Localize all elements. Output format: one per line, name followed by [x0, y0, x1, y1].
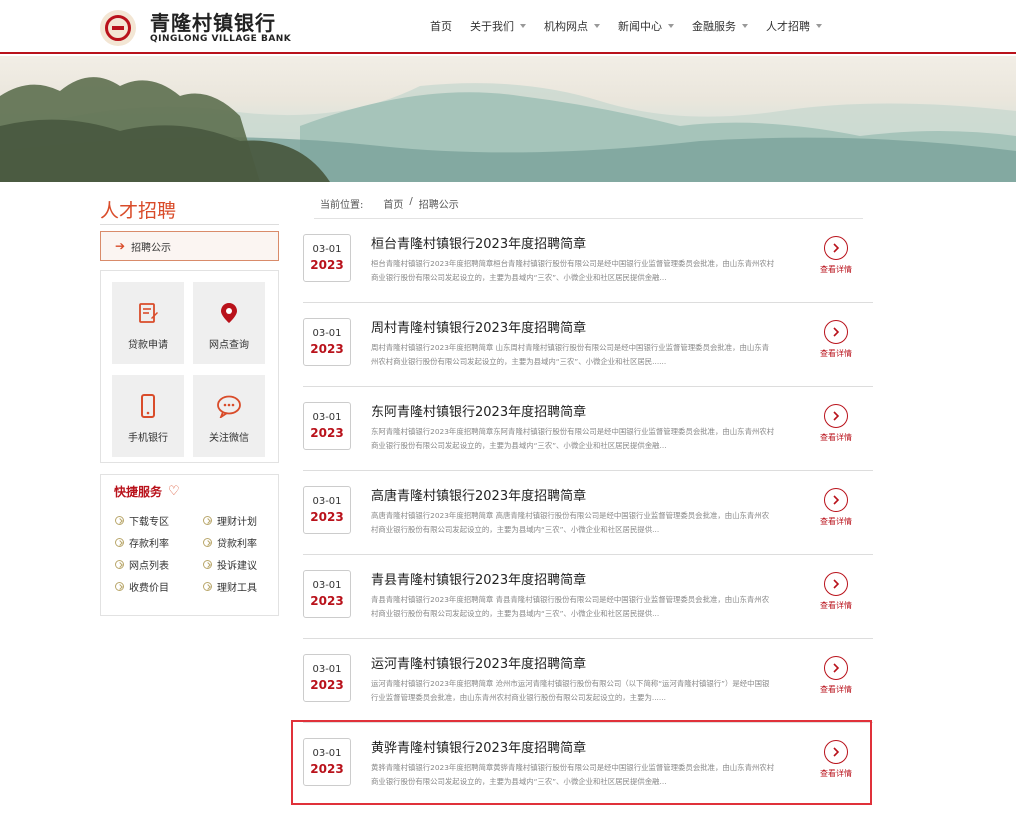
heart-icon: ♡: [168, 484, 180, 499]
chevron-down-icon: [594, 24, 600, 28]
tile-follow-wechat[interactable]: 关注微信: [193, 375, 265, 457]
article-title-link[interactable]: 运河青隆村镇银行2023年度招聘简章: [371, 653, 586, 672]
mobile-phone-icon: [135, 393, 161, 419]
chevron-circle-icon: [115, 582, 124, 591]
bank-logo[interactable]: 青隆村镇银行 QINGLONG VILLAGE BANK: [100, 10, 291, 46]
chevron-circle-icon: [203, 516, 212, 525]
chevron-right-circle-icon: [824, 320, 848, 344]
chevron-right-circle-icon: [824, 740, 848, 764]
view-details-button[interactable]: 查看详情: [816, 404, 856, 443]
mountain-banner-image: [0, 56, 1016, 182]
tile-branch-search[interactable]: 网点查询: [193, 282, 265, 364]
chevron-circle-icon: [115, 516, 124, 525]
view-details-button[interactable]: 查看详情: [816, 488, 856, 527]
article-title-link[interactable]: 黄骅青隆村镇银行2023年度招聘简章: [371, 737, 586, 756]
nav-about[interactable]: 关于我们: [470, 18, 526, 34]
breadcrumb-prefix: 当前位置:: [320, 200, 364, 211]
quick-link-wealth-plan[interactable]: 理财计划: [203, 513, 257, 528]
sidebar-item-label: 招聘公示: [131, 242, 172, 254]
quick-link-loan-rates[interactable]: 贷款利率: [203, 535, 257, 550]
article-title-link[interactable]: 东阿青隆村镇银行2023年度招聘简章: [371, 401, 586, 420]
article-summary: 青县青隆村镇银行2023年度招聘简章 青县青隆村镇银行股份有限公司是经中国银行业…: [371, 595, 770, 618]
view-details-button[interactable]: 查看详情: [816, 656, 856, 695]
chevron-circle-icon: [115, 560, 124, 569]
article-summary: 黄骅青隆村镇银行2023年度招聘简章黄骅青隆村镇银行股份有限公司是经中国银行业监…: [371, 763, 775, 786]
loan-form-icon: [135, 300, 161, 326]
breadcrumb-current[interactable]: 招聘公示: [419, 196, 459, 211]
list-item: 03-01 2023 运河青隆村镇银行2023年度招聘简章 运河青隆村镇银行202…: [303, 639, 873, 723]
chevron-circle-icon: [203, 560, 212, 569]
wechat-chat-icon: [216, 393, 242, 419]
article-summary: 高唐青隆村镇银行2023年度招聘简章 高唐青隆村镇银行股份有限公司是经中国银行业…: [371, 511, 770, 534]
article-summary: 桓台青隆村镇银行2023年度招聘简章桓台青隆村镇银行股份有限公司是经中国银行业监…: [371, 259, 775, 282]
arrow-right-icon: ➔: [115, 239, 126, 253]
list-item: 03-01 2023 黄骅青隆村镇银行2023年度招聘简章 黄骅青隆村镇银行202…: [303, 723, 873, 807]
list-item: 03-01 2023 青县青隆村镇银行2023年度招聘简章 青县青隆村镇银行202…: [303, 555, 873, 639]
date-badge: 03-01 2023: [303, 234, 351, 282]
quick-link-fee-schedule[interactable]: 收费价目: [115, 579, 169, 594]
site-header: 青隆村镇银行 QINGLONG VILLAGE BANK 首页 关于我们 机构网…: [0, 0, 1016, 54]
chevron-down-icon: [742, 24, 748, 28]
nav-branches[interactable]: 机构网点: [544, 18, 600, 34]
article-title-link[interactable]: 高唐青隆村镇银行2023年度招聘简章: [371, 485, 586, 504]
location-pin-icon: [216, 300, 242, 326]
article-summary: 东阿青隆村镇银行2023年度招聘简章东阿青隆村镇银行股份有限公司是经中国银行业监…: [371, 427, 775, 450]
nav-careers[interactable]: 人才招聘: [766, 18, 822, 34]
divider: [100, 224, 279, 225]
chevron-right-circle-icon: [824, 572, 848, 596]
tile-mobile-banking[interactable]: 手机银行: [112, 375, 184, 457]
article-summary: 周村青隆村镇银行2023年度招聘简章 山东周村青隆村镇银行股份有限公司是经中国银…: [371, 343, 770, 366]
date-badge: 03-01 2023: [303, 570, 351, 618]
date-badge: 03-01 2023: [303, 402, 351, 450]
quick-link-complaints[interactable]: 投诉建议: [203, 557, 257, 572]
chevron-right-circle-icon: [824, 656, 848, 680]
quick-link-deposit-rates[interactable]: 存款利率: [115, 535, 169, 550]
chevron-right-circle-icon: [824, 404, 848, 428]
date-badge: 03-01 2023: [303, 318, 351, 366]
chevron-circle-icon: [203, 582, 212, 591]
chevron-right-circle-icon: [824, 488, 848, 512]
bank-emblem-icon: [100, 10, 136, 46]
chevron-down-icon: [668, 24, 674, 28]
sidebar-item-recruitment-notice[interactable]: ➔ 招聘公示: [100, 231, 279, 261]
quick-services-panel: 快捷服务 ♡ 下载专区 理财计划 存款利率 贷款利率 网点列表 投诉建议 收费价…: [100, 474, 279, 616]
nav-financial-services[interactable]: 金融服务: [692, 18, 748, 34]
section-title: 人才招聘: [100, 200, 177, 222]
quick-services-title: 快捷服务 ♡: [114, 484, 180, 499]
chevron-down-icon: [816, 24, 822, 28]
view-details-button[interactable]: 查看详情: [816, 572, 856, 611]
breadcrumb: 当前位置: 首页 / 招聘公示: [320, 196, 465, 211]
nav-news[interactable]: 新闻中心: [618, 18, 674, 34]
view-details-button[interactable]: 查看详情: [816, 320, 856, 359]
logo-chinese-name: 青隆村镇银行: [150, 11, 276, 35]
date-badge: 03-01 2023: [303, 486, 351, 534]
date-badge: 03-01 2023: [303, 654, 351, 702]
service-tiles: 贷款申请 网点查询 手机银行 关注微信: [100, 270, 279, 463]
logo-english-name: QINGLONG VILLAGE BANK: [150, 34, 292, 44]
list-item: 03-01 2023 桓台青隆村镇银行2023年度招聘简章 桓台青隆村镇银行202…: [303, 219, 873, 303]
view-details-button[interactable]: 查看详情: [816, 236, 856, 275]
article-title-link[interactable]: 桓台青隆村镇银行2023年度招聘简章: [371, 233, 586, 252]
view-details-button[interactable]: 查看详情: [816, 740, 856, 779]
breadcrumb-separator: /: [409, 196, 413, 207]
quick-link-branch-list[interactable]: 网点列表: [115, 557, 169, 572]
breadcrumb-home-link[interactable]: 首页: [383, 196, 403, 211]
article-summary: 运河青隆村镇银行2023年度招聘简章 沧州市运河青隆村镇银行股份有限公司（以下简…: [371, 679, 770, 702]
chevron-right-circle-icon: [824, 236, 848, 260]
chevron-down-icon: [520, 24, 526, 28]
quick-link-wealth-tools[interactable]: 理财工具: [203, 579, 257, 594]
list-item: 03-01 2023 周村青隆村镇银行2023年度招聘简章 周村青隆村镇银行202…: [303, 303, 873, 387]
date-badge: 03-01 2023: [303, 738, 351, 786]
quick-link-downloads[interactable]: 下载专区: [115, 513, 169, 528]
article-title-link[interactable]: 周村青隆村镇银行2023年度招聘简章: [371, 317, 586, 336]
article-title-link[interactable]: 青县青隆村镇银行2023年度招聘简章: [371, 569, 586, 588]
chevron-circle-icon: [115, 538, 124, 547]
list-item: 03-01 2023 高唐青隆村镇银行2023年度招聘简章 高唐青隆村镇银行202…: [303, 471, 873, 555]
list-item: 03-01 2023 东阿青隆村镇银行2023年度招聘简章 东阿青隆村镇银行202…: [303, 387, 873, 471]
nav-home[interactable]: 首页: [430, 18, 452, 34]
tile-loan-application[interactable]: 贷款申请: [112, 282, 184, 364]
chevron-circle-icon: [203, 538, 212, 547]
main-nav: 首页 关于我们 机构网点 新闻中心 金融服务 人才招聘: [430, 18, 840, 34]
